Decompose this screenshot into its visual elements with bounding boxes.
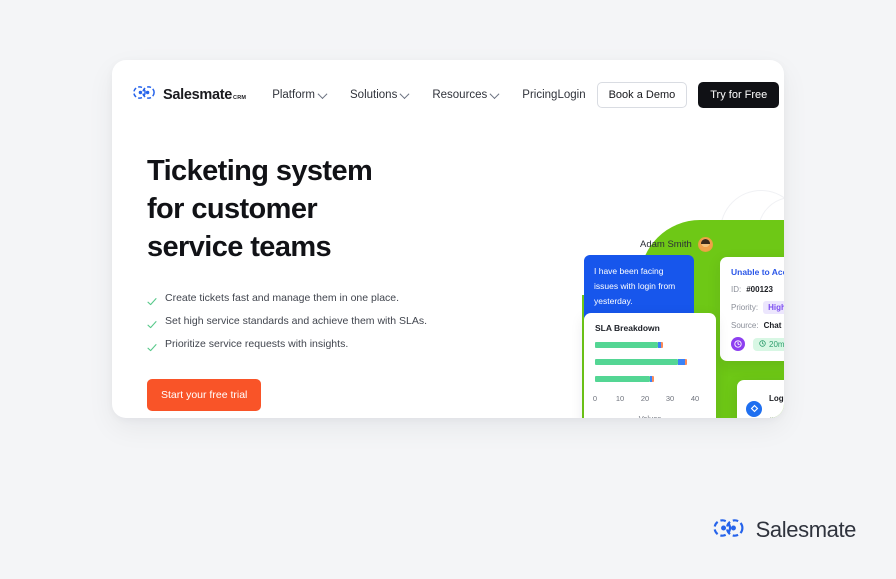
chart-plot-area xyxy=(595,342,705,396)
bar-segment-within-sla xyxy=(595,342,658,348)
chart-bar-row xyxy=(595,342,705,348)
bar-segment-within-sla xyxy=(595,359,678,365)
login-link[interactable]: Login xyxy=(557,89,585,101)
chat-message-text: I have been facing issues with login fro… xyxy=(594,266,676,306)
ticket-id-label: ID: xyxy=(731,285,742,294)
hero-title-line-2: for customer xyxy=(147,193,318,225)
login-issue-text-wrap: Login Issue in UK #00457 In progress xyxy=(769,388,784,418)
chat-message-bubble: I have been facing issues with login fro… xyxy=(584,255,694,319)
chart-bar-row xyxy=(595,376,705,382)
bar-segment-breached xyxy=(661,342,664,348)
landing-page-card: Salesmate CRM Platform Solutions Resourc… xyxy=(112,60,784,418)
check-icon xyxy=(147,317,157,329)
nav-item-resources[interactable]: Resources xyxy=(432,88,500,101)
page-title: Ticketing system for customer service te… xyxy=(147,152,467,266)
clock-avatar-icon xyxy=(731,337,745,351)
nav-item-platform-label: Platform xyxy=(272,89,316,101)
bullet-text: Prioritize service requests with insight… xyxy=(165,338,349,350)
brand-logo[interactable]: Salesmate CRM xyxy=(132,86,246,104)
list-item: Prioritize service requests with insight… xyxy=(147,338,467,352)
bullet-text: Create tickets fast and manage them in o… xyxy=(165,292,400,304)
clock-icon xyxy=(759,339,766,349)
chat-sender: Adam Smith xyxy=(640,237,713,252)
bar-segment-within-sla xyxy=(595,376,650,382)
issue-meta: #00457 In progress xyxy=(769,409,784,419)
top-navigation-bar: Salesmate CRM Platform Solutions Resourc… xyxy=(112,60,784,130)
nav-item-resources-label: Resources xyxy=(432,89,488,101)
bar-segment-breached xyxy=(652,376,654,382)
nav-item-pricing-label: Pricing xyxy=(522,89,558,101)
hero-title-line-1: Ticketing system xyxy=(147,155,373,187)
check-icon xyxy=(147,340,157,352)
brand-subtitle: CRM xyxy=(233,95,247,101)
chat-sender-name: Adam Smith xyxy=(640,239,692,250)
chart-x-axis: 0 10 20 30 40 xyxy=(592,394,705,406)
bar-segment-at-risk xyxy=(677,359,685,365)
time-badge-text: 20m xyxy=(769,339,784,349)
axis-tick: 40 xyxy=(690,394,700,403)
hero-content: Ticketing system for customer service te… xyxy=(147,152,467,411)
hero-illustration: Adam Smith I have been facing issues wit… xyxy=(462,135,784,418)
issue-title: Login Issue in UK xyxy=(769,394,784,403)
nav-item-solutions[interactable]: Solutions xyxy=(350,88,410,101)
footer-brand-name: Salesmate xyxy=(755,517,857,542)
ticket-icon xyxy=(746,400,762,417)
sla-breakdown-chart-card: SLA Breakdown 0 10 20 30 40 xyxy=(584,313,716,418)
book-a-demo-button[interactable]: Book a Demo xyxy=(596,82,688,108)
bullet-text: Set high service standards and achieve t… xyxy=(165,315,428,327)
nav-item-pricing[interactable]: Pricing xyxy=(522,89,557,101)
ticket-id-value: #00123 xyxy=(746,285,773,294)
brand-name: Salesmate xyxy=(163,87,233,103)
try-for-free-button[interactable]: Try for Free xyxy=(698,82,780,108)
ticket-priority-label: Priority: xyxy=(731,303,759,312)
avatar xyxy=(697,237,713,252)
axis-tick: 30 xyxy=(665,394,675,403)
priority-badge: High xyxy=(763,301,784,314)
chart-x-axis-label: Values xyxy=(595,414,705,418)
nav-actions: Login Book a Demo Try for Free xyxy=(557,82,780,108)
chevron-down-icon xyxy=(399,88,410,99)
ticket-source-value: Chat xyxy=(763,321,782,330)
salesmate-logo-icon xyxy=(712,518,745,542)
brand-wordmark: Salesmate CRM xyxy=(163,87,246,103)
nav-item-solutions-label: Solutions xyxy=(350,89,398,101)
issue-id: #00457 xyxy=(769,415,784,419)
start-free-trial-button[interactable]: Start your free trial xyxy=(147,379,262,411)
login-issue-card[interactable]: Login Issue in UK #00457 In progress xyxy=(737,380,784,418)
ticket-detail-card[interactable]: Unable to Access Email Account ID: #0012… xyxy=(720,257,784,361)
axis-tick: 0 xyxy=(592,394,598,403)
ticket-priority-row: Priority: High xyxy=(731,301,784,314)
axis-tick: 10 xyxy=(615,394,625,403)
list-item: Create tickets fast and manage them in o… xyxy=(147,292,467,306)
check-icon xyxy=(147,294,157,306)
bar-segment-breached xyxy=(685,359,687,365)
ticket-footer: 20m xyxy=(731,337,784,351)
ticket-id-row: ID: #00123 xyxy=(731,285,784,294)
feature-bullet-list: Create tickets fast and manage them in o… xyxy=(147,292,467,352)
status-badge: 20m xyxy=(753,337,784,351)
salesmate-logo-icon xyxy=(132,86,156,104)
ticket-source-label: Source: xyxy=(731,321,759,330)
list-item: Set high service standards and achieve t… xyxy=(147,315,467,329)
ticket-title: Unable to Access Email Account xyxy=(731,267,784,277)
footer-brand-logo: Salesmate xyxy=(712,517,856,543)
hero-title-line-3: service teams xyxy=(147,231,332,263)
chart-bar-row xyxy=(595,359,705,365)
chevron-down-icon xyxy=(489,88,500,99)
ticket-source-row: Source: Chat xyxy=(731,321,784,330)
axis-tick: 20 xyxy=(640,394,650,403)
nav-links: Platform Solutions Resources Pricing xyxy=(272,88,557,101)
chevron-down-icon xyxy=(317,88,328,99)
nav-item-platform[interactable]: Platform xyxy=(272,88,328,101)
chart-title: SLA Breakdown xyxy=(595,323,660,333)
